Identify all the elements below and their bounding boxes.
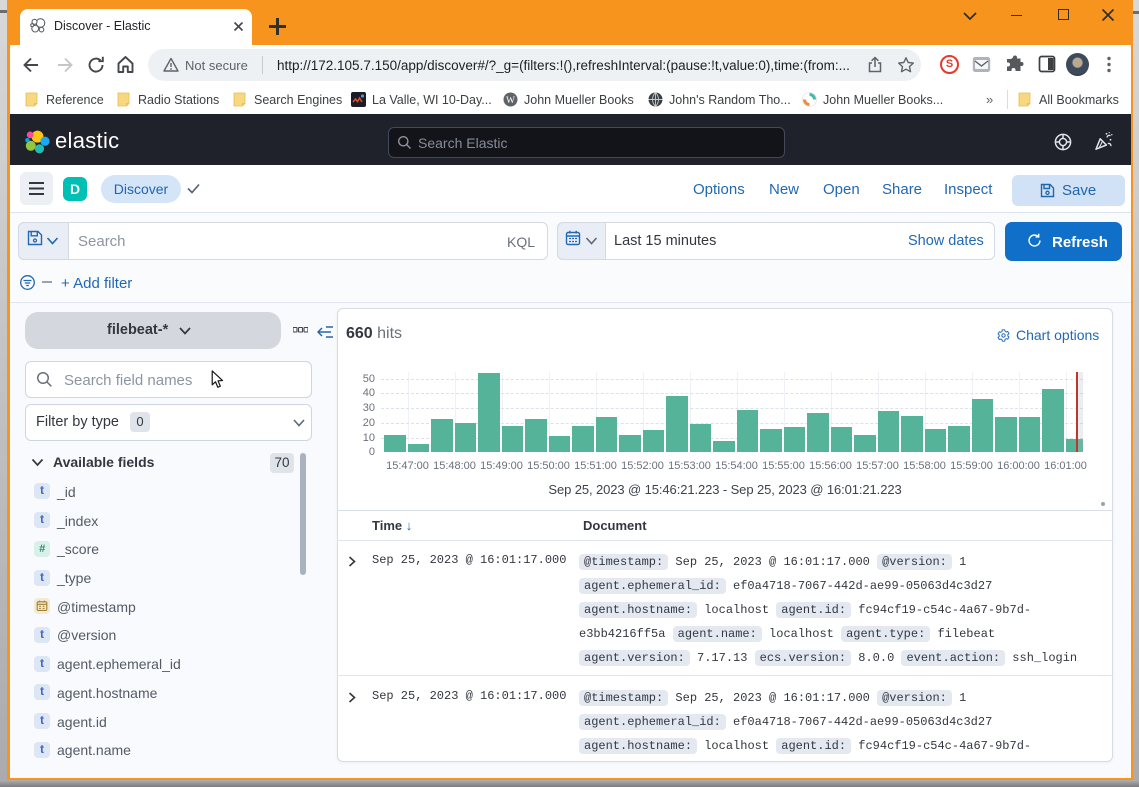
svg-text:W: W [506,96,515,106]
